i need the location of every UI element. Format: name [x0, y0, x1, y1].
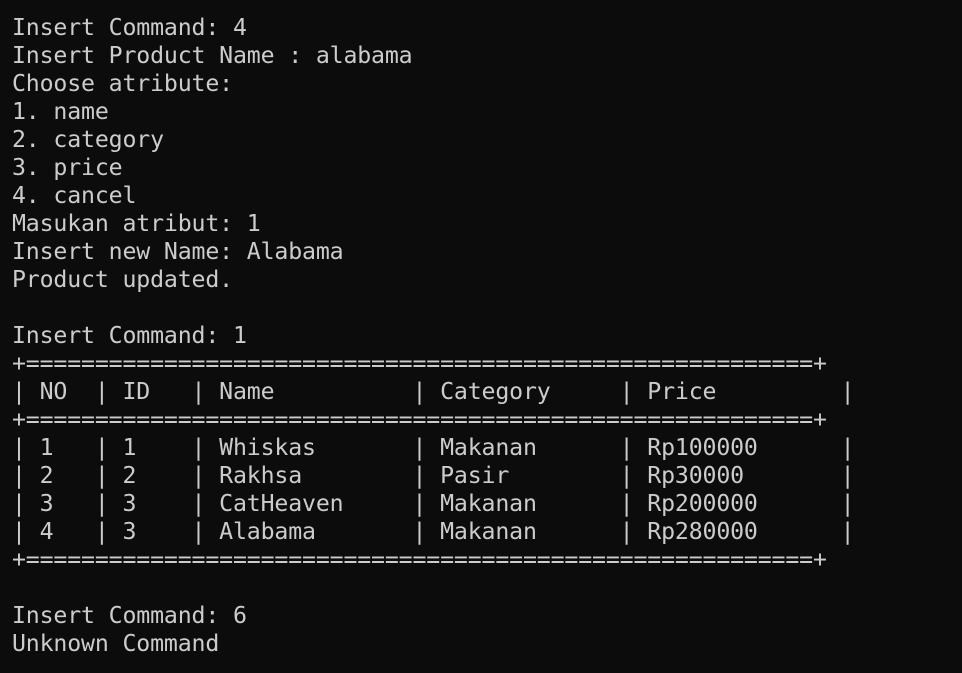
table-header-row: | NO | ID | Name | Category | Price | [12, 378, 855, 405]
attribute-option-category: 2. category [12, 126, 164, 153]
product-updated-message: Product updated. [12, 266, 233, 293]
terminal-window[interactable]: Insert Command: 4 Insert Product Name : … [0, 0, 962, 673]
table-row: | 2 | 2 | Rakhsa | Pasir | Rp30000 | [12, 462, 855, 489]
choose-attribute-line: Choose atribute: [12, 70, 233, 97]
attribute-option-name: 1. name [12, 98, 109, 125]
attribute-option-cancel: 4. cancel [12, 182, 137, 209]
table-header-border: +=======================================… [12, 406, 827, 433]
table-row: | 1 | 1 | Whiskas | Makanan | Rp100000 | [12, 434, 855, 461]
new-name-input-line: Insert new Name: Alabama [12, 238, 344, 265]
unknown-command-message: Unknown Command [12, 630, 220, 657]
command-prompt-line: Insert Command: 1 [12, 322, 247, 349]
attribute-option-price: 3. price [12, 154, 123, 181]
table-top-border: +=======================================… [12, 350, 827, 377]
product-name-prompt-line: Insert Product Name : alabama [12, 42, 413, 69]
table-row: | 3 | 3 | CatHeaven | Makanan | Rp200000… [12, 490, 855, 517]
attribute-input-line: Masukan atribut: 1 [12, 210, 261, 237]
table-bottom-border: +=======================================… [12, 546, 827, 573]
command-prompt-line: Insert Command: 4 [12, 14, 247, 41]
table-row: | 4 | 3 | Alabama | Makanan | Rp280000 | [12, 518, 855, 545]
command-prompt-line: Insert Command: 6 [12, 602, 247, 629]
